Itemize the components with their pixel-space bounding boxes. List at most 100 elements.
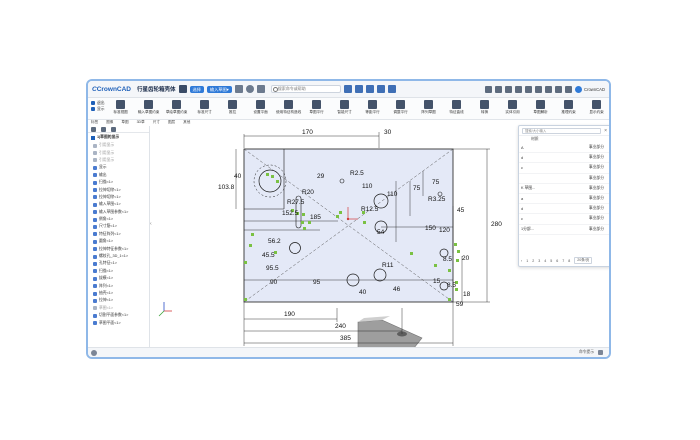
- ribbon-convert[interactable]: 转换: [473, 98, 497, 114]
- dimension-label[interactable]: 90: [270, 279, 278, 286]
- like-icon[interactable]: [525, 85, 533, 93]
- bell-icon[interactable]: [535, 85, 543, 93]
- dimension-label[interactable]: 95: [313, 279, 321, 286]
- tree-item[interactable]: 草图<1>: [88, 305, 149, 312]
- ribbon-standard-view[interactable]: 标准视图: [109, 98, 133, 114]
- tree-item[interactable]: 切割平面参数<1>: [88, 312, 149, 319]
- ribbon-set-plane[interactable]: 设置平面: [249, 98, 273, 114]
- tree-root[interactable]: 1|草图的显示: [88, 133, 149, 142]
- book-icon[interactable]: [485, 85, 493, 93]
- page-number[interactable]: 8: [568, 259, 570, 263]
- page-number[interactable]: 6: [556, 259, 558, 263]
- tree-item[interactable]: 抽壳<1>: [88, 290, 149, 297]
- ribbon-input-constraint[interactable]: 输入草图约束: [137, 98, 161, 114]
- panel-row[interactable]: 1分部... 事业部分: [519, 225, 609, 235]
- ribbon-sketch-constraint[interactable]: 草绘草图约束: [165, 98, 189, 114]
- ribbon-standard-dimension[interactable]: 标准尺寸: [193, 98, 217, 114]
- dimension-label[interactable]: 8.5: [443, 256, 452, 263]
- dimension-label[interactable]: 170: [302, 129, 313, 136]
- panel-row[interactable]: a 事业部分: [519, 194, 609, 205]
- dimension-label[interactable]: 103.8: [218, 184, 235, 191]
- config-tab-icon[interactable]: [111, 127, 116, 132]
- page-number[interactable]: 1: [526, 259, 528, 263]
- ribbon-construction-line[interactable]: 使用特征构造线: [276, 98, 301, 114]
- tree-item[interactable]: 拉伸<1>: [88, 297, 149, 304]
- dimension-label[interactable]: 54: [377, 229, 385, 236]
- dimension-label[interactable]: 59: [456, 301, 464, 308]
- page-number[interactable]: 2: [532, 259, 534, 263]
- dimension-label[interactable]: 45: [457, 207, 465, 214]
- branch-icon[interactable]: [234, 85, 243, 93]
- panel-search-input[interactable]: 搜索/大小输入: [522, 127, 602, 134]
- panel-row[interactable]: c 事业部分: [519, 214, 609, 225]
- cube-icon[interactable]: [365, 85, 374, 93]
- dimension-label[interactable]: 280: [491, 221, 502, 228]
- page-number[interactable]: 4: [544, 259, 546, 263]
- dimension-label[interactable]: R3.25: [428, 196, 446, 203]
- dimension-label[interactable]: 8.5: [447, 282, 456, 289]
- display-button[interactable]: 显示: [91, 106, 105, 112]
- dimension-label[interactable]: 29: [317, 173, 325, 180]
- tree-item[interactable]: 拔模<1>: [88, 275, 149, 282]
- dimension-label[interactable]: 190: [284, 311, 295, 318]
- panel-row[interactable]: K 草图... 事业部分: [519, 184, 609, 194]
- dimension-label[interactable]: 385: [340, 335, 351, 342]
- dimension-label[interactable]: 110: [362, 183, 373, 190]
- cloud-icon[interactable]: [555, 85, 563, 93]
- save-icon[interactable]: [256, 85, 265, 93]
- dimension-label[interactable]: R2.5: [350, 170, 364, 177]
- status-icon[interactable]: [91, 349, 97, 356]
- tree-item[interactable]: 扫描<1>: [88, 268, 149, 275]
- command-search-input[interactable]: 搜索命令或帮助: [270, 85, 341, 93]
- tree-item[interactable]: 引用显示: [88, 149, 149, 156]
- user-menu[interactable]: CrownCAD: [575, 85, 605, 93]
- dimension-label[interactable]: 46: [393, 286, 401, 293]
- dimension-label[interactable]: 75: [413, 185, 421, 192]
- tree-tab-icon[interactable]: [91, 127, 96, 132]
- tree-item[interactable]: 扫描<1>: [88, 179, 149, 186]
- dimension-label[interactable]: R12.5: [361, 206, 379, 213]
- dimension-label[interactable]: 75: [432, 179, 440, 186]
- tree-item[interactable]: 螺纹孔_3D_1<1>: [88, 253, 149, 260]
- prev-page-icon[interactable]: ‹: [521, 259, 522, 263]
- view-triad-icon[interactable]: [158, 302, 172, 317]
- close-icon[interactable]: ×: [604, 128, 607, 134]
- tree-item[interactable]: 尺寸筋<1>: [88, 223, 149, 230]
- tree-item[interactable]: 拉伸切除<1>: [88, 186, 149, 193]
- panel-row[interactable]: c 事业部分: [519, 163, 609, 174]
- import-sketch-button[interactable]: 输入草图▾: [206, 85, 232, 93]
- light-icon[interactable]: [376, 85, 385, 93]
- dimension-label[interactable]: 15: [433, 278, 441, 285]
- panel-row[interactable]: d 事业部分: [519, 153, 609, 164]
- ribbon-offset[interactable]: 等距平行: [361, 98, 385, 114]
- page-number[interactable]: 7: [562, 259, 564, 263]
- ribbon-infer-constraint[interactable]: 推理约束: [557, 98, 581, 114]
- page-number[interactable]: 3: [538, 259, 540, 263]
- rotate-icon[interactable]: [354, 85, 363, 93]
- ribbon-smart-dimension[interactable]: 智能尺寸: [333, 98, 357, 114]
- tree-item[interactable]: 输出: [88, 172, 149, 179]
- dimension-label[interactable]: R20: [302, 189, 314, 196]
- ribbon-sketch-parallel[interactable]: 草图平行: [305, 98, 329, 114]
- ribbon-feature-curve[interactable]: 特征曲线: [445, 98, 469, 114]
- tree-item[interactable]: 孔特征<1>: [88, 260, 149, 267]
- ribbon-sketch-array[interactable]: 阵列草图: [417, 98, 441, 114]
- dimension-label[interactable]: 150: [425, 225, 436, 232]
- tree-item[interactable]: 引用显示: [88, 142, 149, 149]
- tree-item[interactable]: 圆角<1>: [88, 238, 149, 245]
- print-icon[interactable]: [495, 85, 503, 93]
- tree-item[interactable]: 拉伸特征参数<1>: [88, 245, 149, 252]
- tree-item[interactable]: 倒角<1>: [88, 216, 149, 223]
- view-icon[interactable]: [343, 85, 352, 93]
- grid-icon[interactable]: [545, 85, 553, 93]
- ribbon-adjust[interactable]: 调整平行: [389, 98, 413, 114]
- panel-row[interactable]: d 事业部分: [519, 204, 609, 215]
- property-tab-icon[interactable]: [101, 127, 106, 132]
- dimension-label[interactable]: 240: [335, 323, 346, 330]
- dimension-label[interactable]: 40: [359, 289, 367, 296]
- measure-icon[interactable]: [387, 85, 396, 93]
- ribbon-push-pull[interactable]: 推拉: [221, 98, 245, 114]
- tree-item[interactable]: 输入草图参数<1>: [88, 209, 149, 216]
- undo-icon[interactable]: [178, 85, 187, 93]
- tree-item[interactable]: 特征阵列<1>: [88, 231, 149, 238]
